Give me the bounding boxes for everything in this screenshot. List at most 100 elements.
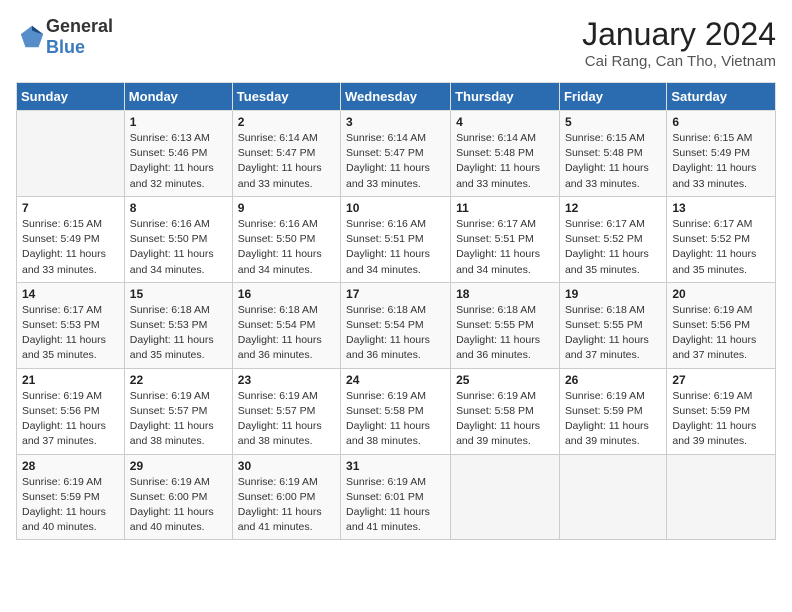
day-detail: Sunrise: 6:19 AMSunset: 5:59 PMDaylight:… (672, 390, 756, 448)
day-detail: Sunrise: 6:18 AMSunset: 5:55 PMDaylight:… (456, 304, 540, 362)
day-number: 11 (456, 201, 554, 215)
calendar-cell: 22 Sunrise: 6:19 AMSunset: 5:57 PMDaylig… (124, 368, 232, 454)
weekday-label: Sunday (17, 83, 125, 111)
day-number: 30 (238, 459, 335, 473)
calendar-table: SundayMondayTuesdayWednesdayThursdayFrid… (16, 82, 776, 540)
day-detail: Sunrise: 6:19 AMSunset: 6:01 PMDaylight:… (346, 476, 430, 534)
day-number: 16 (238, 287, 335, 301)
day-detail: Sunrise: 6:16 AMSunset: 5:50 PMDaylight:… (238, 218, 322, 276)
calendar-week-row: 1 Sunrise: 6:13 AMSunset: 5:46 PMDayligh… (17, 111, 776, 197)
day-detail: Sunrise: 6:16 AMSunset: 5:51 PMDaylight:… (346, 218, 430, 276)
day-number: 6 (672, 115, 770, 129)
calendar-cell: 7 Sunrise: 6:15 AMSunset: 5:49 PMDayligh… (17, 196, 125, 282)
logo-icon (18, 23, 46, 51)
day-number: 23 (238, 373, 335, 387)
calendar-cell: 14 Sunrise: 6:17 AMSunset: 5:53 PMDaylig… (17, 282, 125, 368)
day-detail: Sunrise: 6:15 AMSunset: 5:49 PMDaylight:… (672, 132, 756, 190)
day-number: 4 (456, 115, 554, 129)
calendar-cell: 30 Sunrise: 6:19 AMSunset: 6:00 PMDaylig… (232, 454, 340, 540)
calendar-cell: 24 Sunrise: 6:19 AMSunset: 5:58 PMDaylig… (341, 368, 451, 454)
page-header: General Blue January 2024 Cai Rang, Can … (16, 16, 776, 70)
day-detail: Sunrise: 6:17 AMSunset: 5:51 PMDaylight:… (456, 218, 540, 276)
calendar-cell (559, 454, 666, 540)
day-number: 22 (130, 373, 227, 387)
calendar-cell: 28 Sunrise: 6:19 AMSunset: 5:59 PMDaylig… (17, 454, 125, 540)
calendar-cell (667, 454, 776, 540)
day-detail: Sunrise: 6:18 AMSunset: 5:54 PMDaylight:… (346, 304, 430, 362)
calendar-cell (451, 454, 560, 540)
day-number: 8 (130, 201, 227, 215)
day-detail: Sunrise: 6:19 AMSunset: 5:57 PMDaylight:… (238, 390, 322, 448)
day-detail: Sunrise: 6:19 AMSunset: 5:58 PMDaylight:… (346, 390, 430, 448)
day-detail: Sunrise: 6:18 AMSunset: 5:53 PMDaylight:… (130, 304, 214, 362)
calendar-cell: 5 Sunrise: 6:15 AMSunset: 5:48 PMDayligh… (559, 111, 666, 197)
calendar-cell: 12 Sunrise: 6:17 AMSunset: 5:52 PMDaylig… (559, 196, 666, 282)
calendar-week-row: 21 Sunrise: 6:19 AMSunset: 5:56 PMDaylig… (17, 368, 776, 454)
calendar-cell: 2 Sunrise: 6:14 AMSunset: 5:47 PMDayligh… (232, 111, 340, 197)
calendar-cell: 3 Sunrise: 6:14 AMSunset: 5:47 PMDayligh… (341, 111, 451, 197)
day-detail: Sunrise: 6:14 AMSunset: 5:47 PMDaylight:… (238, 132, 322, 190)
title-block: January 2024 Cai Rang, Can Tho, Vietnam (582, 16, 776, 70)
logo-blue: Blue (46, 37, 85, 57)
day-detail: Sunrise: 6:18 AMSunset: 5:54 PMDaylight:… (238, 304, 322, 362)
day-detail: Sunrise: 6:15 AMSunset: 5:48 PMDaylight:… (565, 132, 649, 190)
day-number: 29 (130, 459, 227, 473)
day-detail: Sunrise: 6:16 AMSunset: 5:50 PMDaylight:… (130, 218, 214, 276)
calendar-cell: 20 Sunrise: 6:19 AMSunset: 5:56 PMDaylig… (667, 282, 776, 368)
calendar-body: 1 Sunrise: 6:13 AMSunset: 5:46 PMDayligh… (17, 111, 776, 540)
day-detail: Sunrise: 6:19 AMSunset: 6:00 PMDaylight:… (238, 476, 322, 534)
calendar-cell (17, 111, 125, 197)
day-detail: Sunrise: 6:13 AMSunset: 5:46 PMDaylight:… (130, 132, 214, 190)
weekday-label: Monday (124, 83, 232, 111)
calendar-cell: 16 Sunrise: 6:18 AMSunset: 5:54 PMDaylig… (232, 282, 340, 368)
day-number: 13 (672, 201, 770, 215)
month-title: January 2024 (582, 16, 776, 53)
day-number: 1 (130, 115, 227, 129)
day-number: 18 (456, 287, 554, 301)
day-number: 31 (346, 459, 445, 473)
day-detail: Sunrise: 6:17 AMSunset: 5:52 PMDaylight:… (565, 218, 649, 276)
day-number: 20 (672, 287, 770, 301)
weekday-label: Tuesday (232, 83, 340, 111)
day-number: 14 (22, 287, 119, 301)
day-number: 10 (346, 201, 445, 215)
calendar-cell: 25 Sunrise: 6:19 AMSunset: 5:58 PMDaylig… (451, 368, 560, 454)
day-number: 2 (238, 115, 335, 129)
day-detail: Sunrise: 6:19 AMSunset: 5:56 PMDaylight:… (22, 390, 106, 448)
day-number: 25 (456, 373, 554, 387)
calendar-cell: 21 Sunrise: 6:19 AMSunset: 5:56 PMDaylig… (17, 368, 125, 454)
day-number: 27 (672, 373, 770, 387)
calendar-cell: 27 Sunrise: 6:19 AMSunset: 5:59 PMDaylig… (667, 368, 776, 454)
day-detail: Sunrise: 6:14 AMSunset: 5:47 PMDaylight:… (346, 132, 430, 190)
weekday-label: Friday (559, 83, 666, 111)
day-number: 24 (346, 373, 445, 387)
day-number: 7 (22, 201, 119, 215)
day-detail: Sunrise: 6:15 AMSunset: 5:49 PMDaylight:… (22, 218, 106, 276)
day-detail: Sunrise: 6:17 AMSunset: 5:52 PMDaylight:… (672, 218, 756, 276)
location-title: Cai Rang, Can Tho, Vietnam (582, 53, 776, 70)
day-detail: Sunrise: 6:19 AMSunset: 5:59 PMDaylight:… (22, 476, 106, 534)
calendar-cell: 6 Sunrise: 6:15 AMSunset: 5:49 PMDayligh… (667, 111, 776, 197)
logo-general: General (46, 16, 113, 36)
calendar-week-row: 14 Sunrise: 6:17 AMSunset: 5:53 PMDaylig… (17, 282, 776, 368)
calendar-cell: 19 Sunrise: 6:18 AMSunset: 5:55 PMDaylig… (559, 282, 666, 368)
calendar-week-row: 7 Sunrise: 6:15 AMSunset: 5:49 PMDayligh… (17, 196, 776, 282)
day-number: 28 (22, 459, 119, 473)
day-number: 26 (565, 373, 661, 387)
day-detail: Sunrise: 6:19 AMSunset: 6:00 PMDaylight:… (130, 476, 214, 534)
day-detail: Sunrise: 6:19 AMSunset: 5:59 PMDaylight:… (565, 390, 649, 448)
day-number: 19 (565, 287, 661, 301)
day-number: 12 (565, 201, 661, 215)
weekday-label: Thursday (451, 83, 560, 111)
day-number: 5 (565, 115, 661, 129)
day-detail: Sunrise: 6:17 AMSunset: 5:53 PMDaylight:… (22, 304, 106, 362)
day-detail: Sunrise: 6:19 AMSunset: 5:57 PMDaylight:… (130, 390, 214, 448)
calendar-cell: 31 Sunrise: 6:19 AMSunset: 6:01 PMDaylig… (341, 454, 451, 540)
calendar-cell: 9 Sunrise: 6:16 AMSunset: 5:50 PMDayligh… (232, 196, 340, 282)
day-number: 3 (346, 115, 445, 129)
weekday-label: Wednesday (341, 83, 451, 111)
calendar-week-row: 28 Sunrise: 6:19 AMSunset: 5:59 PMDaylig… (17, 454, 776, 540)
calendar-cell: 13 Sunrise: 6:17 AMSunset: 5:52 PMDaylig… (667, 196, 776, 282)
day-number: 17 (346, 287, 445, 301)
day-detail: Sunrise: 6:19 AMSunset: 5:56 PMDaylight:… (672, 304, 756, 362)
